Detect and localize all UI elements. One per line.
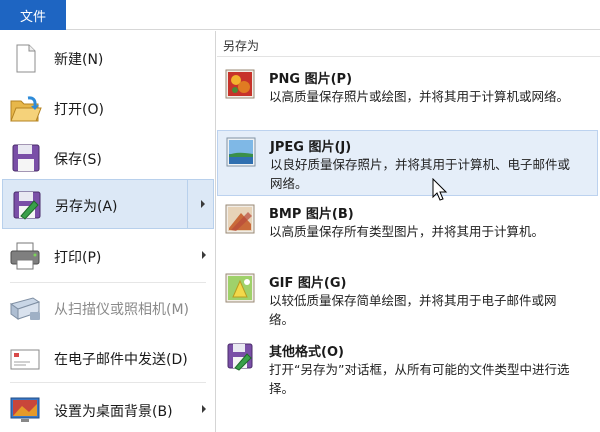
menu-item-email[interactable]: 在电子邮件中发送(D) bbox=[2, 333, 214, 383]
menu-item-save-as[interactable]: 另存为(A) bbox=[2, 179, 214, 229]
option-title: BMP 图片(B) bbox=[269, 207, 354, 222]
chevron-right-icon bbox=[202, 405, 206, 413]
save-as-icon bbox=[13, 191, 41, 220]
menu-item-print[interactable]: 打印(P) bbox=[2, 231, 214, 281]
menu-item-new[interactable]: 新建(N) bbox=[2, 33, 214, 83]
printer-icon bbox=[10, 242, 40, 270]
option-title: JPEG 图片(J) bbox=[270, 140, 352, 155]
save-as-jpeg-option[interactable]: JPEG 图片(J) 以良好质量保存照片，并将其用于计算机、电子邮件或网络。 bbox=[217, 130, 598, 196]
option-title: PNG 图片(P) bbox=[269, 72, 353, 87]
option-description: 以良好质量保存照片，并将其用于计算机、电子邮件或网络。 bbox=[270, 157, 571, 191]
menu-item-label: 打开(O) bbox=[54, 102, 104, 118]
jpeg-image-icon bbox=[226, 137, 256, 167]
option-title: GIF 图片(G) bbox=[269, 276, 347, 291]
save-as-bmp-option[interactable]: BMP 图片(B) 以高质量保存所有类型图片，并将其用于计算机。 bbox=[217, 198, 598, 264]
save-as-png-option[interactable]: PNG 图片(P) 以高质量保存照片或绘图，并将其用于计算机或网络。 bbox=[217, 63, 598, 129]
chevron-right-icon bbox=[202, 251, 206, 259]
menu-item-open[interactable]: 打开(O) bbox=[2, 83, 214, 133]
gif-image-icon bbox=[225, 273, 255, 303]
menu-item-label: 另存为(A) bbox=[55, 199, 118, 215]
divider bbox=[10, 382, 206, 383]
menu-item-label: 打印(P) bbox=[54, 250, 102, 266]
menu-item-scan[interactable]: 从扫描仪或照相机(M) bbox=[2, 283, 214, 333]
menu-item-label: 新建(N) bbox=[54, 52, 104, 68]
menu-bar: 文件 bbox=[0, 0, 600, 30]
floppy-disk-icon bbox=[12, 144, 40, 172]
png-image-icon bbox=[225, 69, 255, 99]
menu-item-label: 从扫描仪或照相机(M) bbox=[54, 302, 190, 318]
option-description: 以高质量保存所有类型图片，并将其用于计算机。 bbox=[269, 224, 545, 239]
new-document-icon bbox=[16, 44, 36, 73]
divider bbox=[217, 56, 600, 57]
desktop-background-icon bbox=[10, 397, 40, 422]
menu-item-save[interactable]: 保存(S) bbox=[2, 133, 214, 183]
save-as-gif-option[interactable]: GIF 图片(G) 以较低质量保存简单绘图，并将其用于电子邮件或网络。 bbox=[217, 267, 598, 333]
menu-item-wallpaper[interactable]: 设置为桌面背景(B) bbox=[2, 385, 214, 432]
email-icon bbox=[10, 349, 40, 370]
mouse-cursor-icon bbox=[432, 178, 448, 201]
option-title: 其他格式(O) bbox=[269, 345, 344, 360]
submenu-arrow-area[interactable] bbox=[187, 180, 213, 228]
bmp-image-icon bbox=[225, 204, 255, 234]
save-as-icon bbox=[227, 343, 253, 371]
save-as-submenu: 另存为 PNG 图片(P) 以高质量保存照片或绘图，并将其用于计算机或网络。 J… bbox=[217, 31, 600, 432]
option-description: 打开“另存为”对话框，从所有可能的文件类型中进行选择。 bbox=[269, 362, 570, 396]
submenu-title: 另存为 bbox=[223, 39, 260, 53]
option-description: 以高质量保存照片或绘图，并将其用于计算机或网络。 bbox=[269, 89, 570, 104]
scanner-icon bbox=[9, 297, 41, 320]
save-as-other-formats-option[interactable]: 其他格式(O) 打开“另存为”对话框，从所有可能的文件类型中进行选择。 bbox=[217, 336, 598, 402]
option-description: 以较低质量保存简单绘图，并将其用于电子邮件或网络。 bbox=[269, 293, 557, 327]
menu-item-label: 在电子邮件中发送(D) bbox=[54, 352, 188, 368]
menu-item-label: 保存(S) bbox=[54, 152, 102, 168]
menu-item-label: 设置为桌面背景(B) bbox=[54, 404, 173, 420]
file-tab[interactable]: 文件 bbox=[0, 0, 66, 30]
file-menu-left: 新建(N) 打开(O) 保存(S) 另存为(A) 打印(P) 从扫描仪或照相机(… bbox=[0, 31, 216, 432]
open-folder-icon bbox=[10, 96, 42, 122]
chevron-right-icon bbox=[201, 200, 205, 208]
